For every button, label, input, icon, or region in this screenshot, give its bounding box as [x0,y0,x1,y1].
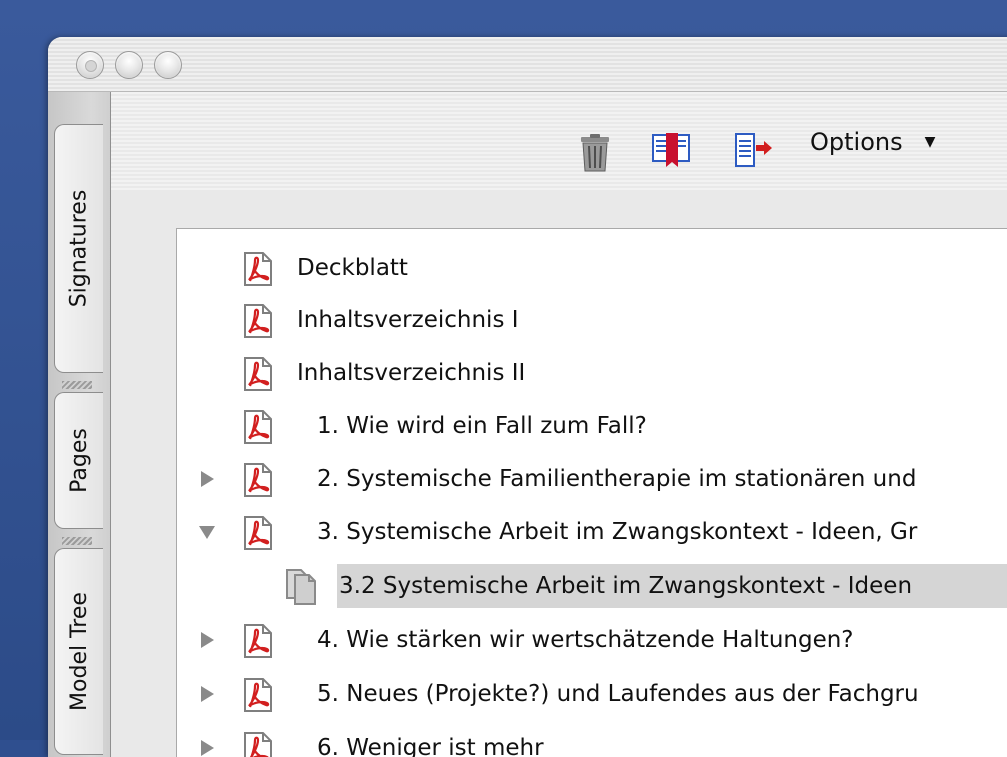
bookmark-label: 3.2 Systemische Arbeit im Zwangskontext … [339,573,913,599]
tab-signatures[interactable]: Signatures [54,124,103,373]
options-menu-button[interactable]: Options ▼ [810,128,935,156]
bookmark-label: 1. Wie wird ein Fall zum Fall? [317,413,647,439]
bookmark-row[interactable]: Inhaltsverzeichnis II [177,347,1007,399]
disclosure-triangle-collapsed-icon[interactable] [197,684,217,704]
disclosure-triangle-expanded-icon[interactable] [197,522,217,542]
bookmark-label: 2. Systemische Familientherapie im stati… [317,466,917,492]
tab-model-tree-label: Model Tree [66,592,92,711]
bookmark-row[interactable]: 1. Wie wird ein Fall zum Fall? [177,400,1007,452]
bookmark-label: Deckblatt [297,255,408,281]
bookmark-row[interactable]: 2. Systemische Familientherapie im stati… [177,453,1007,505]
bookmark-label: 4. Wie stärken wir wertschätzende Haltun… [317,627,854,653]
title-bar[interactable] [48,37,1007,92]
disclosure-triangle-collapsed-icon[interactable] [197,469,217,489]
pdf-bookmark-icon [244,410,272,444]
chevron-down-icon: ▼ [924,134,936,150]
close-button[interactable] [76,51,104,79]
bookmark-label: Inhaltsverzeichnis I [297,307,519,333]
bookmark-go-icon[interactable] [734,133,774,169]
pdf-bookmark-icon [244,252,272,286]
bookmark-label: Inhaltsverzeichnis II [297,360,526,386]
bookmark-row[interactable]: 4. Wie stärken wir wertschätzende Haltun… [177,614,1007,666]
bookmark-label: 5. Neues (Projekte?) und Laufendes aus d… [317,681,919,707]
options-label: Options [810,128,903,156]
navigation-tabs-strip: Signatures Pages Model Tree [48,92,111,757]
tab-divider-grip [62,381,92,389]
trash-icon[interactable] [577,133,613,173]
pdf-bookmark-icon [244,463,272,497]
bookmarks-window: Signatures Pages Model Tree Options ▼ De… [48,37,1007,757]
bookmark-row[interactable]: Inhaltsverzeichnis I [177,294,1007,346]
pdf-bookmark-icon [244,678,272,712]
bookmark-row[interactable]: 5. Neues (Projekte?) und Laufendes aus d… [177,668,1007,720]
bookmark-row[interactable]: 3. Systemische Arbeit im Zwangskontext -… [177,506,1007,558]
bookmark-label: 3. Systemische Arbeit im Zwangskontext -… [317,519,918,545]
pdf-bookmark-icon [244,624,272,658]
tab-divider-grip [62,537,92,545]
bookmark-tree: Deckblatt Inhaltsverzeichnis I Inhaltsve… [176,228,1007,757]
pdf-bookmark-icon [244,357,272,391]
pdf-bookmark-icon [244,304,272,338]
tab-signatures-label: Signatures [66,189,92,308]
bookmark-row[interactable]: Deckblatt [177,242,1007,294]
bookmark-row-selected[interactable]: 3.2 Systemische Arbeit im Zwangskontext … [177,560,1007,612]
zoom-button[interactable] [154,51,182,79]
pdf-bookmark-icon [244,732,272,757]
disclosure-triangle-collapsed-icon[interactable] [197,630,217,650]
expand-bookmark-icon[interactable] [652,133,692,169]
tab-model-tree[interactable]: Model Tree [54,548,103,755]
multi-page-bookmark-icon [286,569,316,605]
tab-pages-label: Pages [66,428,92,493]
bookmark-label: 6. Weniger ist mehr [317,735,544,757]
pdf-bookmark-icon [244,516,272,550]
minimize-button[interactable] [115,51,143,79]
disclosure-triangle-collapsed-icon[interactable] [197,738,217,757]
tab-pages[interactable]: Pages [54,392,103,529]
